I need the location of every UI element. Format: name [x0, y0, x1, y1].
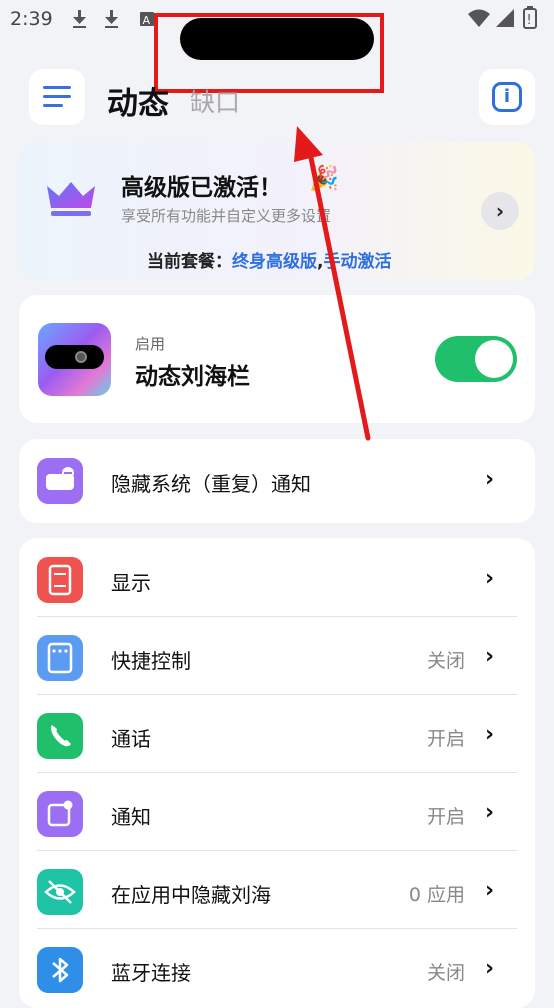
annotation-arrow — [294, 126, 371, 441]
